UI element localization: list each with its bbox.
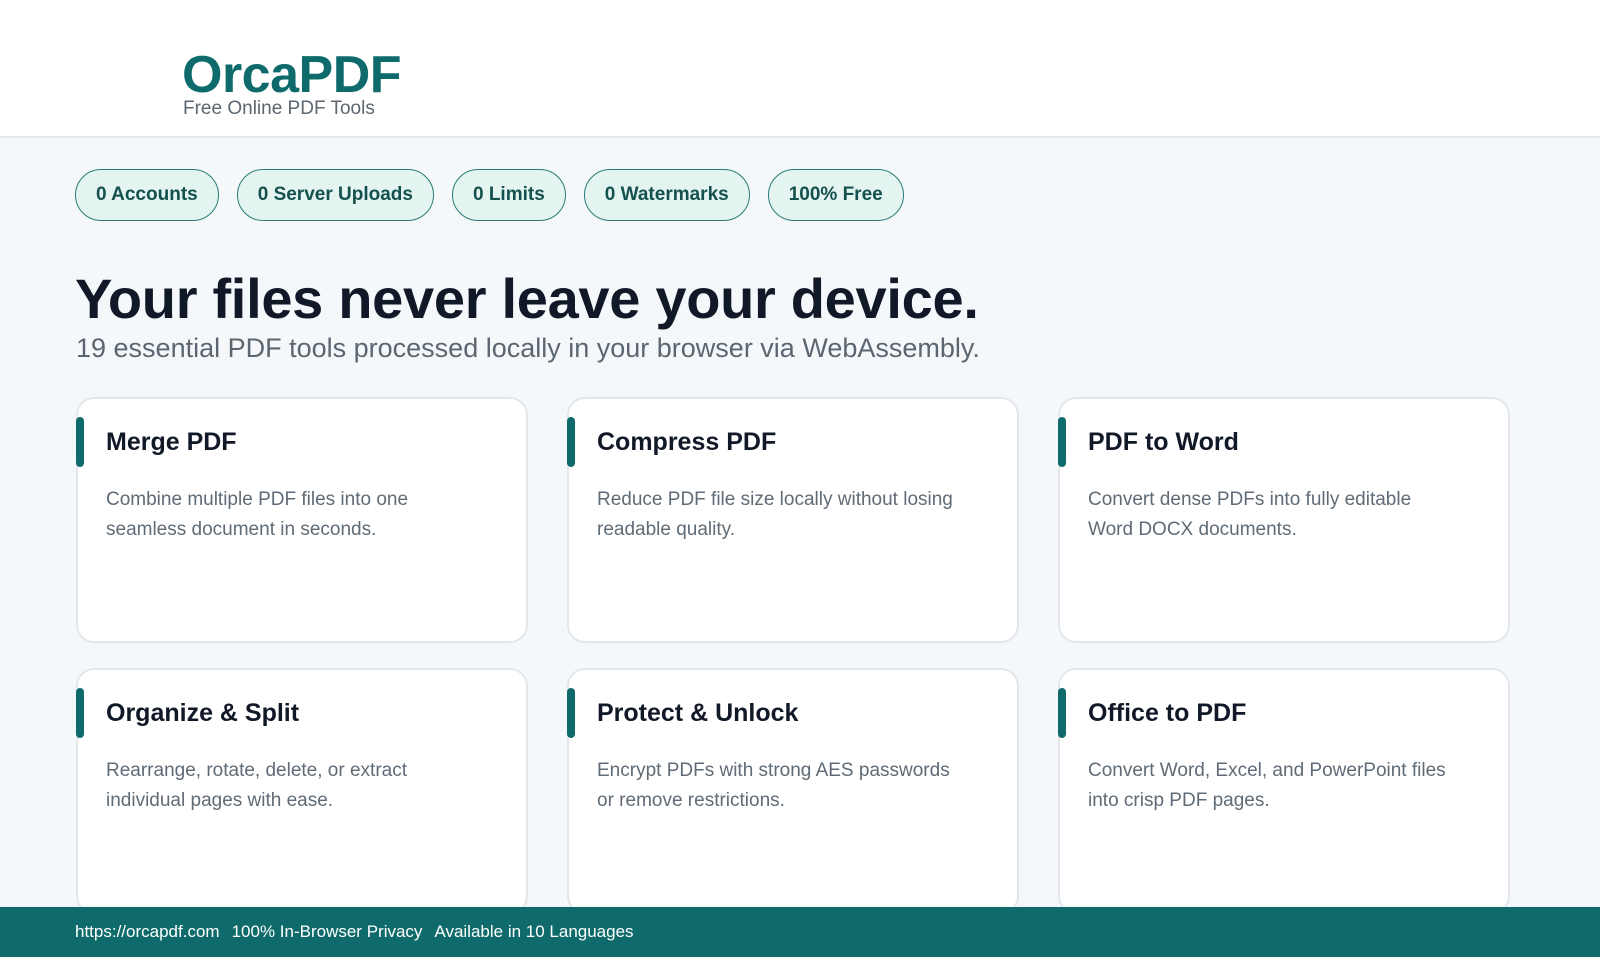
badge-watermarks[interactable]: 0 Watermarks <box>583 169 750 221</box>
tool-card-description: Reduce PDF file size locally without los… <box>597 489 953 540</box>
card-accent-bar <box>1058 688 1066 738</box>
tool-card-title: Compress PDF <box>597 428 777 456</box>
tool-card-compress-pdf[interactable]: Compress PDF Reduce PDF file size locall… <box>567 397 1019 643</box>
footer-privacy: 100% In-Browser Privacy <box>231 922 423 941</box>
hero-subtitle: 19 essential PDF tools processed locally… <box>76 333 980 363</box>
card-accent-bar <box>567 688 575 738</box>
badge-accounts[interactable]: 0 Accounts <box>75 169 219 221</box>
footer-languages: Available in 10 Languages <box>434 922 634 941</box>
badge-free[interactable]: 100% Free <box>767 169 904 221</box>
tools-grid: Merge PDF Combine multiple PDF files int… <box>76 397 1510 914</box>
tool-card-title: PDF to Word <box>1088 428 1239 456</box>
tool-card-description: Convert Word, Excel, and PowerPoint file… <box>1088 760 1446 811</box>
feature-badges: 0 Accounts 0 Server Uploads 0 Limits 0 W… <box>75 169 904 221</box>
tool-card-title: Merge PDF <box>106 428 237 456</box>
tool-card-description: Encrypt PDFs with strong AES passwords o… <box>597 760 950 811</box>
site-tagline: Free Online PDF Tools <box>183 98 375 119</box>
badge-limits[interactable]: 0 Limits <box>451 169 566 221</box>
card-accent-bar <box>567 417 575 467</box>
tool-card-description: Rearrange, rotate, delete, or extract in… <box>106 760 407 811</box>
tool-card-pdf-to-word[interactable]: PDF to Word Convert dense PDFs into full… <box>1058 397 1510 643</box>
tool-card-organize-split[interactable]: Organize & Split Rearrange, rotate, dele… <box>76 668 528 914</box>
site-footer: https://orcapdf.com 100% In-Browser Priv… <box>0 907 1600 957</box>
site-logo[interactable]: OrcaPDF <box>182 46 402 104</box>
footer-url[interactable]: https://orcapdf.com <box>75 922 220 942</box>
tool-card-description: Convert dense PDFs into fully editable W… <box>1088 489 1412 540</box>
hero-title: Your files never leave your device. <box>75 267 979 330</box>
tool-card-office-to-pdf[interactable]: Office to PDF Convert Word, Excel, and P… <box>1058 668 1510 914</box>
tool-card-protect-unlock[interactable]: Protect & Unlock Encrypt PDFs with stron… <box>567 668 1019 914</box>
tool-card-title: Office to PDF <box>1088 699 1247 727</box>
tool-card-merge-pdf[interactable]: Merge PDF Combine multiple PDF files int… <box>76 397 528 643</box>
tool-card-description: Combine multiple PDF files into one seam… <box>106 489 409 540</box>
tool-card-title: Protect & Unlock <box>597 699 799 727</box>
card-accent-bar <box>76 688 84 738</box>
card-accent-bar <box>76 417 84 467</box>
tool-card-title: Organize & Split <box>106 699 300 727</box>
site-header: OrcaPDF Free Online PDF Tools <box>0 0 1600 138</box>
card-accent-bar <box>1058 417 1066 467</box>
badge-server-uploads[interactable]: 0 Server Uploads <box>236 169 434 221</box>
